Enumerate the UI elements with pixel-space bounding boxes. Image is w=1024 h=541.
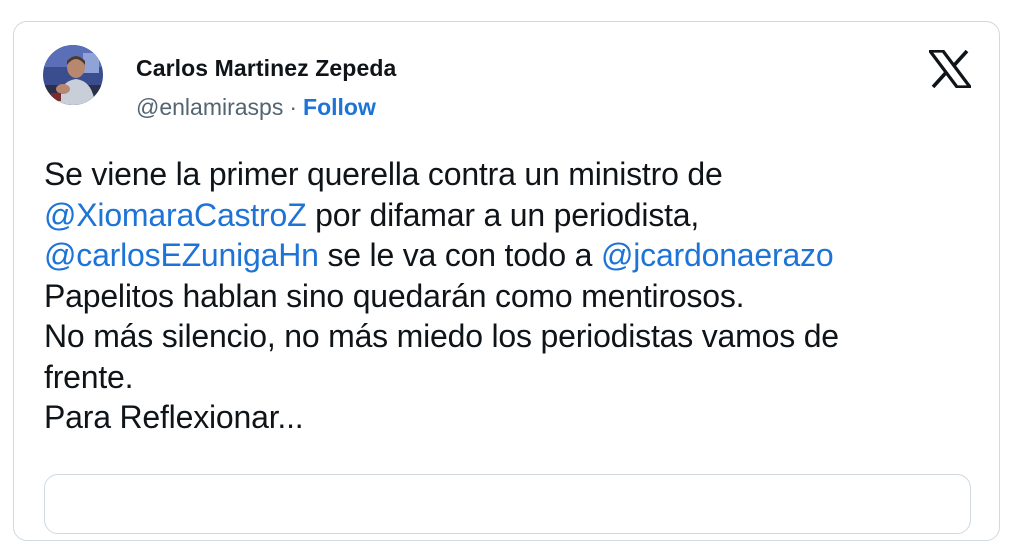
tweet-text-segment: por difamar a un periodista, bbox=[306, 196, 700, 233]
tweet-text-segment: No más silencio, no más miedo los period… bbox=[44, 318, 839, 354]
tweet-card: Carlos Martinez Zepeda @enlamirasps · Foll… bbox=[13, 21, 1000, 541]
tweet-text-segment: Papelitos hablan sino quedarán como ment… bbox=[44, 277, 745, 314]
tweet-line: @carlosEZunigaHn se le va con todo a @jc… bbox=[44, 235, 984, 276]
mention-link[interactable]: @jcardonaerazo bbox=[601, 237, 834, 273]
avatar-photo bbox=[43, 45, 103, 105]
tweet-line: @XiomaraCastroZ por difamar a un periodi… bbox=[44, 195, 984, 236]
tweet-text-segment: Se viene la primer querella contra un mi… bbox=[44, 156, 723, 192]
tweet-line: Para Reflexionar... bbox=[44, 397, 984, 438]
mention-link[interactable]: @XiomaraCastroZ bbox=[44, 197, 307, 233]
tweet-line: Papelitos hablan sino quedarán como ment… bbox=[44, 276, 984, 317]
avatar[interactable] bbox=[43, 45, 103, 105]
mention-link[interactable]: @carlosEZunigaHn bbox=[44, 237, 319, 273]
author-name[interactable]: Carlos Martinez Zepeda bbox=[136, 55, 396, 82]
tweet-line: frente. bbox=[44, 357, 984, 398]
x-logo-icon[interactable] bbox=[926, 49, 974, 89]
author-meta: @enlamirasps · Follow bbox=[136, 94, 376, 121]
tweet-line: No más silencio, no más miedo los period… bbox=[44, 316, 984, 357]
follow-button[interactable]: Follow bbox=[303, 94, 376, 120]
tweet-text-segment: frente. bbox=[44, 358, 134, 395]
tweet-text-segment: se le va con todo a bbox=[318, 237, 601, 273]
tweet-text: Se viene la primer querella contra un mi… bbox=[44, 154, 984, 438]
author-handle[interactable]: @enlamirasps bbox=[136, 94, 283, 120]
embedded-media-preview[interactable] bbox=[44, 474, 971, 534]
separator-dot: · bbox=[289, 94, 298, 120]
tweet-line: Se viene la primer querella contra un mi… bbox=[44, 154, 984, 195]
tweet-text-segment: Para Reflexionar... bbox=[44, 399, 304, 435]
